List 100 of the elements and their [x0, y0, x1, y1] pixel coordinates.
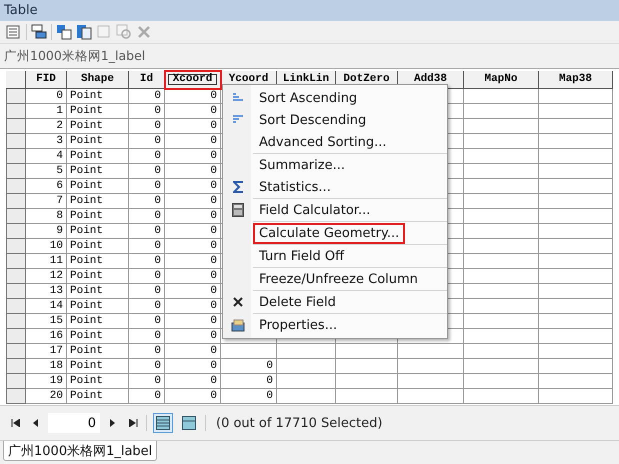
- table-cell: Point: [67, 194, 129, 209]
- column-header[interactable]: Shape: [67, 71, 129, 89]
- row-header[interactable]: [6, 119, 26, 134]
- table-cell: 0: [129, 179, 165, 194]
- menu-item[interactable]: Statistics...: [223, 176, 447, 198]
- table-cell: 0: [129, 194, 165, 209]
- related-tables-icon[interactable]: [31, 24, 47, 40]
- menu-item[interactable]: Advanced Sorting...: [223, 131, 447, 153]
- column-header[interactable]: Xcoord: [165, 71, 221, 89]
- table-cell: 0: [129, 104, 165, 119]
- table-cell: 0: [129, 149, 165, 164]
- row-header[interactable]: [6, 329, 26, 344]
- table-cell: 0: [129, 254, 165, 269]
- row-header[interactable]: [6, 239, 26, 254]
- table-cell: [398, 344, 464, 359]
- table-cell: 7: [26, 194, 67, 209]
- column-header[interactable]: Map38: [539, 71, 613, 89]
- table-cell: Point: [67, 284, 129, 299]
- column-header[interactable]: MapNo: [464, 71, 539, 89]
- select-by-attributes-icon[interactable]: [56, 24, 72, 40]
- table-cell: 19: [26, 374, 67, 389]
- last-record-button[interactable]: [126, 416, 140, 430]
- row-header[interactable]: [6, 254, 26, 269]
- row-header[interactable]: [6, 284, 26, 299]
- table-cell: 0: [129, 314, 165, 329]
- delete-icon[interactable]: [136, 24, 152, 40]
- table-cell: 0: [165, 344, 221, 359]
- row-header[interactable]: [6, 209, 26, 224]
- row-header[interactable]: [6, 104, 26, 119]
- row-header[interactable]: [6, 269, 26, 284]
- table-cell: 0: [165, 374, 221, 389]
- row-header[interactable]: [6, 344, 26, 359]
- table-cell: 0: [165, 164, 221, 179]
- table-cell: 0: [165, 104, 221, 119]
- row-header[interactable]: [6, 89, 26, 104]
- table-cell: 3: [26, 134, 67, 149]
- menu-item[interactable]: Sort Descending: [223, 109, 447, 131]
- show-selected-records-button[interactable]: [179, 413, 199, 433]
- window-title: Table: [4, 3, 38, 18]
- table-cell: 0: [165, 89, 221, 104]
- table-cell: 0: [221, 359, 277, 374]
- menu-item[interactable]: Sort Ascending: [223, 87, 447, 109]
- table-cell: Point: [67, 134, 129, 149]
- table-cell: [336, 374, 398, 389]
- table-cell: 0: [165, 119, 221, 134]
- table-cell: 0: [165, 224, 221, 239]
- show-all-records-button[interactable]: [153, 413, 173, 433]
- row-header[interactable]: [6, 179, 26, 194]
- menu-item[interactable]: Freeze/Unfreeze Column: [223, 268, 447, 290]
- table-cell: 0: [165, 269, 221, 284]
- column-header[interactable]: Id: [129, 71, 165, 89]
- table-cell: 0: [129, 344, 165, 359]
- row-header[interactable]: [6, 374, 26, 389]
- menu-item[interactable]: Summarize...: [223, 154, 447, 176]
- table-cell: Point: [67, 374, 129, 389]
- record-field[interactable]: 0: [48, 413, 100, 433]
- zoom-to-selected-icon[interactable]: [116, 24, 132, 40]
- table-cell: 13: [26, 284, 67, 299]
- table-cell: 0: [165, 179, 221, 194]
- table-cell: Point: [67, 164, 129, 179]
- table-cell: [336, 389, 398, 404]
- table-cell: 14: [26, 299, 67, 314]
- calculator-icon: [232, 203, 244, 217]
- menu-item[interactable]: Delete Field: [223, 291, 447, 313]
- table-cell: 0: [165, 299, 221, 314]
- column-header[interactable]: FID: [26, 71, 67, 89]
- row-header[interactable]: [6, 149, 26, 164]
- table-cell: Point: [67, 149, 129, 164]
- sort-ascending-icon: [232, 93, 244, 103]
- properties-icon: [231, 318, 245, 332]
- table-cell: Point: [67, 299, 129, 314]
- table-cell: 0: [165, 359, 221, 374]
- row-header[interactable]: [6, 224, 26, 239]
- table-cell: 0: [165, 314, 221, 329]
- table-cell: 0: [129, 299, 165, 314]
- row-header[interactable]: [6, 359, 26, 374]
- row-header[interactable]: [6, 194, 26, 209]
- table-cell: 0: [165, 254, 221, 269]
- menu-item[interactable]: Properties...: [223, 314, 447, 336]
- menu-item[interactable]: Field Calculator...: [223, 199, 447, 221]
- table-cell: 0: [165, 194, 221, 209]
- menu-item[interactable]: Turn Field Off: [223, 245, 447, 267]
- table-cell: [398, 359, 464, 374]
- table-options-icon[interactable]: [6, 24, 22, 40]
- row-header[interactable]: [6, 164, 26, 179]
- corner-cell: [6, 71, 26, 89]
- row-header[interactable]: [6, 314, 26, 329]
- menu-item[interactable]: Calculate Geometry...: [223, 222, 447, 244]
- menu-item-label: Delete Field: [258, 294, 337, 310]
- row-header[interactable]: [6, 389, 26, 404]
- row-header[interactable]: [6, 299, 26, 314]
- table-cell: 0: [129, 164, 165, 179]
- table-tab[interactable]: 广州1000米格网1_label: [3, 441, 158, 461]
- table-cell: Point: [67, 179, 129, 194]
- table-cell: 1: [26, 104, 67, 119]
- switch-selection-icon[interactable]: [76, 24, 92, 40]
- menu-item-label: Statistics...: [258, 178, 332, 196]
- table-cell: [277, 389, 336, 404]
- table-cell: 15: [26, 314, 67, 329]
- row-header[interactable]: [6, 134, 26, 149]
